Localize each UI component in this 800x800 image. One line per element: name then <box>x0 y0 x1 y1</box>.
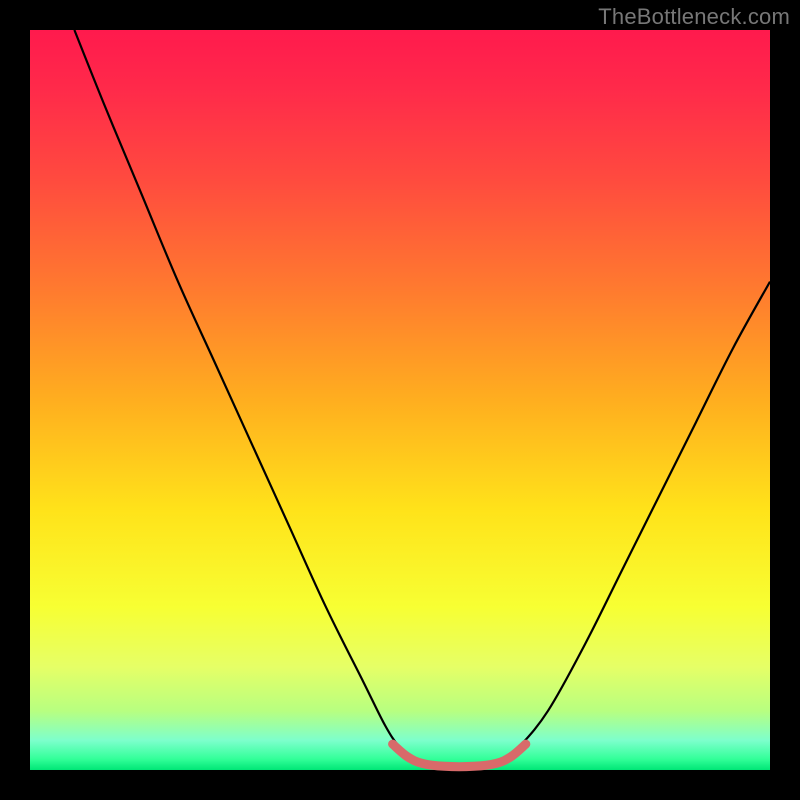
chart-frame: TheBottleneck.com <box>0 0 800 800</box>
bottleneck-chart <box>0 0 800 800</box>
watermark-text: TheBottleneck.com <box>598 4 790 30</box>
plot-background <box>30 30 770 770</box>
